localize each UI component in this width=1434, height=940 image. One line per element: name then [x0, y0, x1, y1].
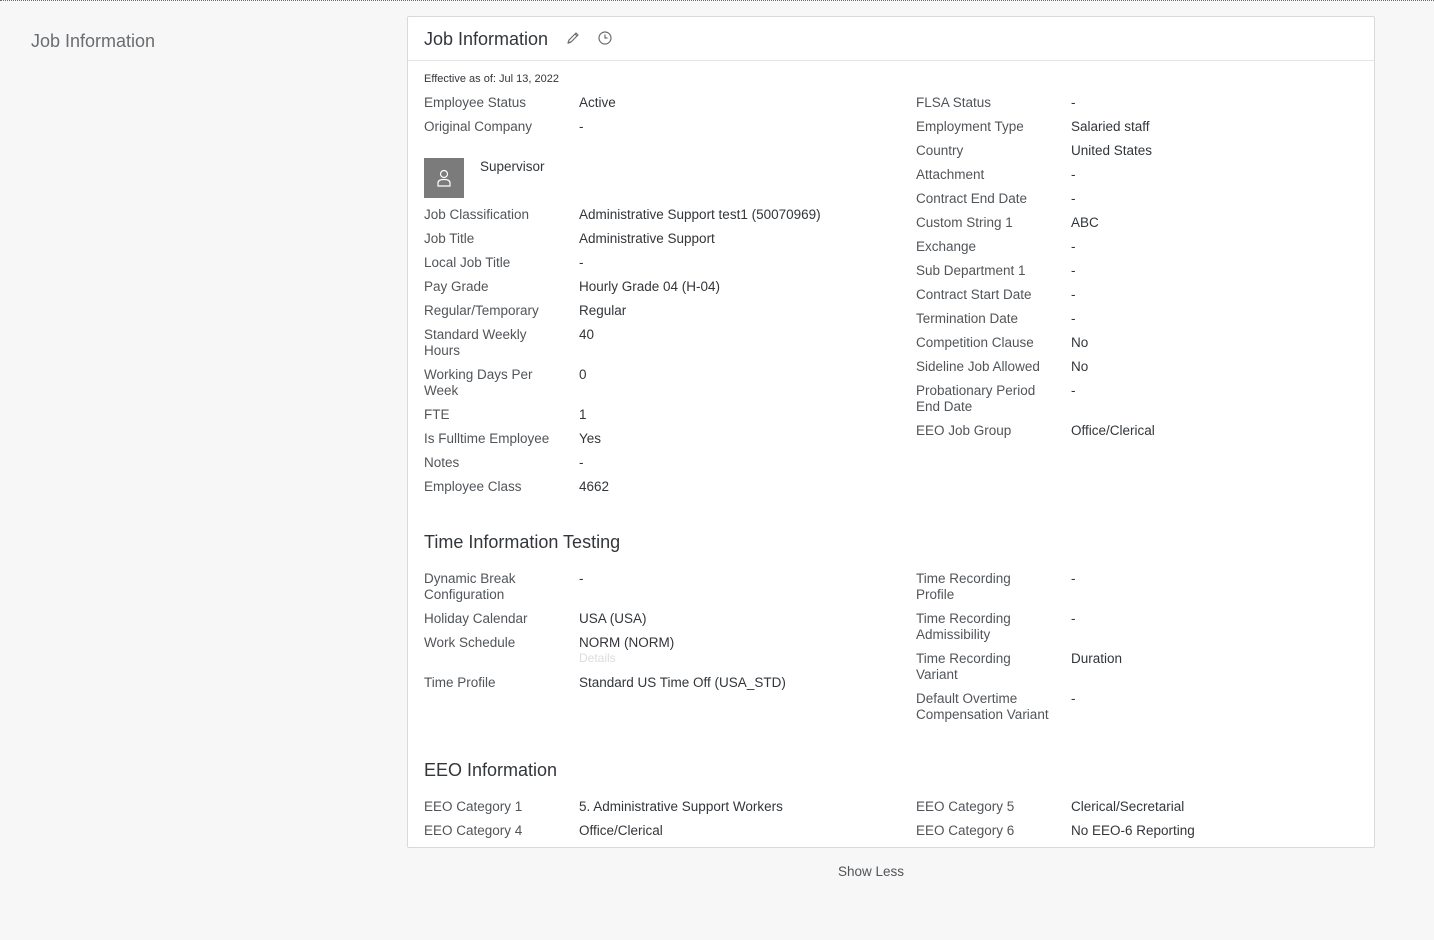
value-sideline-job-allowed: No [1071, 359, 1089, 374]
value-time-profile: Standard US Time Off (USA_STD) [579, 675, 786, 690]
label-contract-end-date: Contract End Date [916, 191, 1028, 206]
label-competition-clause: Competition Clause [916, 335, 1034, 350]
effective-date: Effective as of: Jul 13, 2022 [424, 73, 559, 85]
label-pay-grade: Pay Grade [424, 279, 489, 294]
value-pay-grade: Hourly Grade 04 (H-04) [579, 279, 721, 294]
label-is-fulltime-employee: Is Fulltime Employee [424, 431, 550, 446]
value-flsa-status: - [1071, 95, 1076, 110]
label-eeo-category-1: EEO Category 1 [424, 799, 523, 814]
card-header: Job Information [408, 17, 1374, 61]
value-contract-start-date: - [1071, 287, 1076, 302]
pencil-icon[interactable] [565, 30, 581, 46]
label-eeo-job-group: EEO Job Group [916, 423, 1012, 438]
value-standard-weekly-hours: 40 [579, 327, 595, 342]
label-time-recording-admissibility: Time Recording Admissibility [916, 611, 1011, 642]
label-notes: Notes [424, 455, 460, 470]
label-local-job-title: Local Job Title [424, 255, 511, 270]
label-time-recording-variant: Time Recording Variant [916, 651, 1011, 682]
person-icon [437, 169, 451, 187]
value-employee-status: Active [579, 95, 616, 110]
value-country: United States [1071, 143, 1153, 158]
value-eeo-category-5: Clerical/Secretarial [1071, 799, 1185, 814]
label-dynamic-break-configuration: Dynamic Break Configuration [424, 571, 516, 602]
label-working-days-per-week: Working Days Per Week [424, 367, 533, 398]
value-time-recording-profile: - [1071, 571, 1076, 586]
label-job-title: Job Title [424, 231, 475, 246]
top-dotted-divider [0, 0, 1434, 1]
label-eeo-category-4: EEO Category 4 [424, 823, 523, 838]
work-schedule-details-link[interactable]: Details [579, 651, 616, 665]
value-holiday-calendar: USA (USA) [579, 611, 647, 626]
label-default-overtime-compensation-variant: Default Overtime Compensation Variant [916, 691, 1049, 722]
label-work-schedule: Work Schedule [424, 635, 516, 650]
label-time-profile: Time Profile [424, 675, 496, 690]
label-employee-class: Employee Class [424, 479, 522, 494]
value-time-recording-admissibility: - [1071, 611, 1076, 626]
value-termination-date: - [1071, 311, 1076, 326]
value-dynamic-break-configuration: - [579, 571, 584, 586]
label-eeo-category-5: EEO Category 5 [916, 799, 1015, 814]
value-eeo-job-group: Office/Clerical [1071, 423, 1155, 438]
value-working-days-per-week: 0 [579, 367, 587, 382]
label-fte: FTE [424, 407, 450, 422]
label-exchange: Exchange [916, 239, 977, 254]
value-probationary-period-end-date: - [1071, 383, 1076, 398]
value-local-job-title: - [579, 255, 584, 270]
value-original-company: - [579, 119, 584, 134]
card-title: Job Information [424, 29, 549, 49]
value-job-title: Administrative Support [579, 231, 715, 246]
supervisor-avatar[interactable] [424, 158, 464, 198]
label-time-recording-profile: Time Recording Profile [916, 571, 1011, 602]
value-eeo-category-6: No EEO-6 Reporting [1071, 823, 1195, 838]
value-sub-department-1: - [1071, 263, 1076, 278]
history-clock-icon[interactable] [597, 30, 613, 46]
label-job-classification: Job Classification [424, 207, 530, 222]
label-attachment: Attachment [916, 167, 985, 182]
value-competition-clause: No [1071, 335, 1089, 350]
label-holiday-calendar: Holiday Calendar [424, 611, 528, 626]
value-time-recording-variant: Duration [1071, 651, 1123, 666]
show-less-button[interactable]: Show Less [838, 864, 904, 879]
label-eeo-category-6: EEO Category 6 [916, 823, 1015, 838]
label-contract-start-date: Contract Start Date [916, 287, 1032, 302]
time-section-title: Time Information Testing [424, 532, 621, 552]
label-employee-status: Employee Status [424, 95, 527, 110]
label-original-company: Original Company [424, 119, 533, 134]
label-country: Country [916, 143, 964, 158]
value-is-fulltime-employee: Yes [579, 431, 602, 446]
value-contract-end-date: - [1071, 191, 1076, 206]
label-probationary-period-end-date: Probationary Period End Date [916, 383, 1036, 414]
value-default-overtime-compensation-variant: - [1071, 691, 1076, 706]
value-job-classification: Administrative Support test1 (50070969) [579, 207, 821, 222]
job-information-card: Job Information Effective as of: Jul 13,… [407, 16, 1375, 848]
value-attachment: - [1071, 167, 1076, 182]
value-work-schedule: NORM (NORM) [579, 635, 675, 650]
value-notes: - [579, 455, 584, 470]
value-regular-temporary: Regular [579, 303, 627, 318]
label-sub-department-1: Sub Department 1 [916, 263, 1026, 278]
label-custom-string-1: Custom String 1 [916, 215, 1013, 230]
supervisor-label: Supervisor [480, 159, 545, 174]
side-section-title: Job Information [31, 31, 156, 51]
value-eeo-category-4: Office/Clerical [579, 823, 663, 838]
label-standard-weekly-hours: Standard Weekly Hours [424, 327, 527, 358]
label-flsa-status: FLSA Status [916, 95, 992, 110]
eeo-section-title: EEO Information [424, 760, 558, 780]
label-employment-type: Employment Type [916, 119, 1024, 134]
value-employment-type: Salaried staff [1071, 119, 1150, 134]
value-employee-class: 4662 [579, 479, 610, 494]
value-exchange: - [1071, 239, 1076, 254]
label-regular-temporary: Regular/Temporary [424, 303, 539, 318]
value-custom-string-1: ABC [1071, 215, 1099, 230]
label-termination-date: Termination Date [916, 311, 1019, 326]
label-sideline-job-allowed: Sideline Job Allowed [916, 359, 1040, 374]
value-eeo-category-1: 5. Administrative Support Workers [579, 799, 783, 814]
value-fte: 1 [579, 407, 587, 422]
